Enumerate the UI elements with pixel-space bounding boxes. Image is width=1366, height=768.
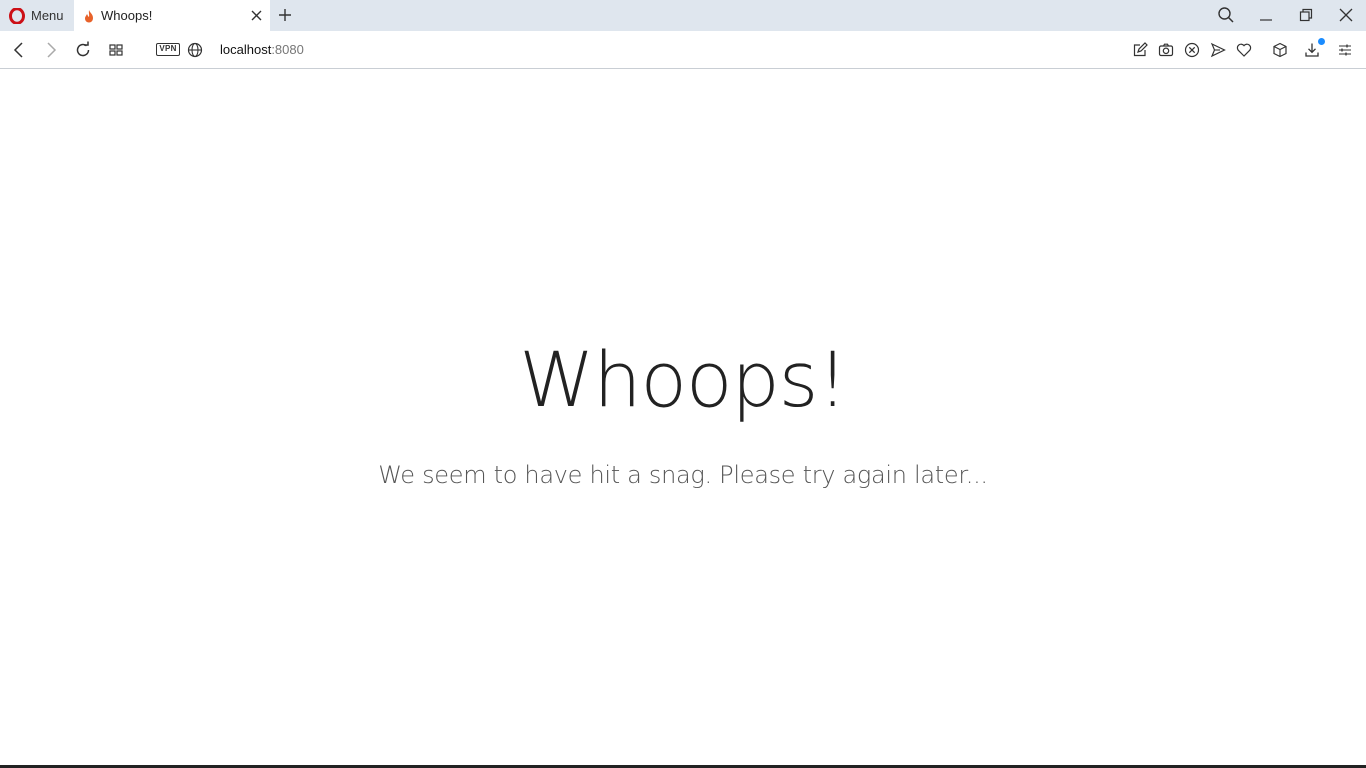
tab-strip: Menu Whoops! [0,0,1366,31]
tab-close-icon[interactable] [250,9,263,22]
tabs-grid-icon[interactable] [107,41,125,59]
menu-label: Menu [31,8,64,23]
address-field[interactable]: localhost:8080 [220,42,304,57]
download-badge-dot [1318,38,1325,45]
restore-icon[interactable] [1296,5,1316,25]
back-icon[interactable] [10,41,28,59]
block-ads-icon[interactable] [1183,41,1201,59]
send-icon[interactable] [1209,41,1227,59]
globe-icon[interactable] [186,41,204,59]
forward-icon[interactable] [42,41,60,59]
easy-setup-icon[interactable] [1336,41,1354,59]
minimize-icon[interactable] [1256,5,1276,25]
tab-active[interactable]: Whoops! [74,0,270,31]
new-tab-plus-icon[interactable] [277,7,293,23]
url-host: localhost [220,42,272,57]
close-window-icon[interactable] [1336,5,1356,25]
url-port: :8080 [271,42,304,57]
heart-icon[interactable] [1235,41,1253,59]
search-tabs-icon[interactable] [1216,5,1236,25]
camera-icon[interactable] [1157,41,1175,59]
vpn-badge[interactable]: VPN [156,43,180,56]
opera-logo-icon [9,7,25,24]
opera-menu-button[interactable]: Menu [0,0,74,31]
address-toolbar: VPN localhost:8080 [0,31,1366,69]
page-content: Whoops! We seem to have hit a snag. Plea… [0,70,1366,766]
error-message: We seem to have hit a snag. Please try a… [378,461,988,489]
snapshot-edit-icon[interactable] [1131,41,1149,59]
error-heading: Whoops! [519,335,848,424]
cube-icon[interactable] [1271,41,1289,59]
flame-icon [83,9,95,23]
reload-icon[interactable] [74,41,92,59]
tab-title: Whoops! [101,8,153,23]
